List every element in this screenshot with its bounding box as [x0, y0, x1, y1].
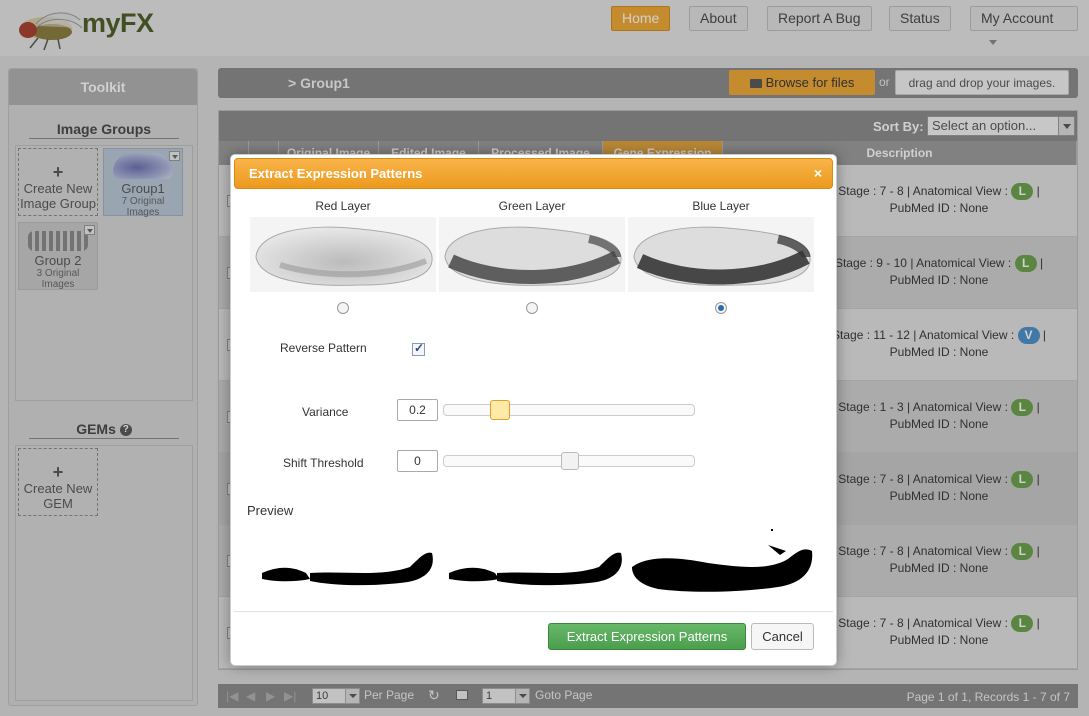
- variance-input[interactable]: 0.2: [397, 399, 438, 421]
- close-icon[interactable]: ×: [814, 159, 822, 188]
- red-layer-image[interactable]: [250, 217, 436, 292]
- blue-layer-radio[interactable]: [715, 302, 727, 314]
- green-layer-label: Green Layer: [498, 199, 566, 213]
- dialog-title-bar: Extract Expression Patterns ×: [234, 158, 833, 189]
- shift-threshold-label: Shift Threshold: [283, 456, 364, 470]
- blue-layer-preview: [628, 521, 814, 595]
- red-layer-label: Red Layer: [315, 199, 371, 213]
- extract-patterns-dialog: Extract Expression Patterns × Red Layer …: [230, 154, 837, 666]
- cancel-button[interactable]: Cancel: [751, 623, 814, 650]
- dialog-title: Extract Expression Patterns: [249, 166, 423, 181]
- variance-slider[interactable]: [443, 400, 695, 420]
- shift-threshold-slider[interactable]: [443, 452, 695, 470]
- red-layer-preview: [250, 521, 436, 595]
- reverse-pattern-label: Reverse Pattern: [280, 341, 367, 355]
- dialog-footer-divider: [234, 611, 833, 612]
- extract-patterns-button[interactable]: Extract Expression Patterns: [548, 623, 746, 650]
- shift-threshold-slider-handle[interactable]: [561, 452, 579, 470]
- green-layer-radio[interactable]: [526, 302, 538, 314]
- variance-label: Variance: [302, 405, 349, 419]
- green-layer-image[interactable]: [439, 217, 625, 292]
- blue-layer-label: Blue Layer: [692, 199, 750, 213]
- shift-threshold-input[interactable]: 0: [397, 450, 438, 472]
- preview-label: Preview: [247, 503, 294, 518]
- reverse-pattern-checkbox[interactable]: [412, 341, 425, 356]
- blue-layer-image[interactable]: [628, 217, 814, 292]
- variance-slider-handle[interactable]: [490, 400, 510, 420]
- red-layer-radio[interactable]: [337, 302, 349, 314]
- green-layer-preview: [439, 521, 625, 595]
